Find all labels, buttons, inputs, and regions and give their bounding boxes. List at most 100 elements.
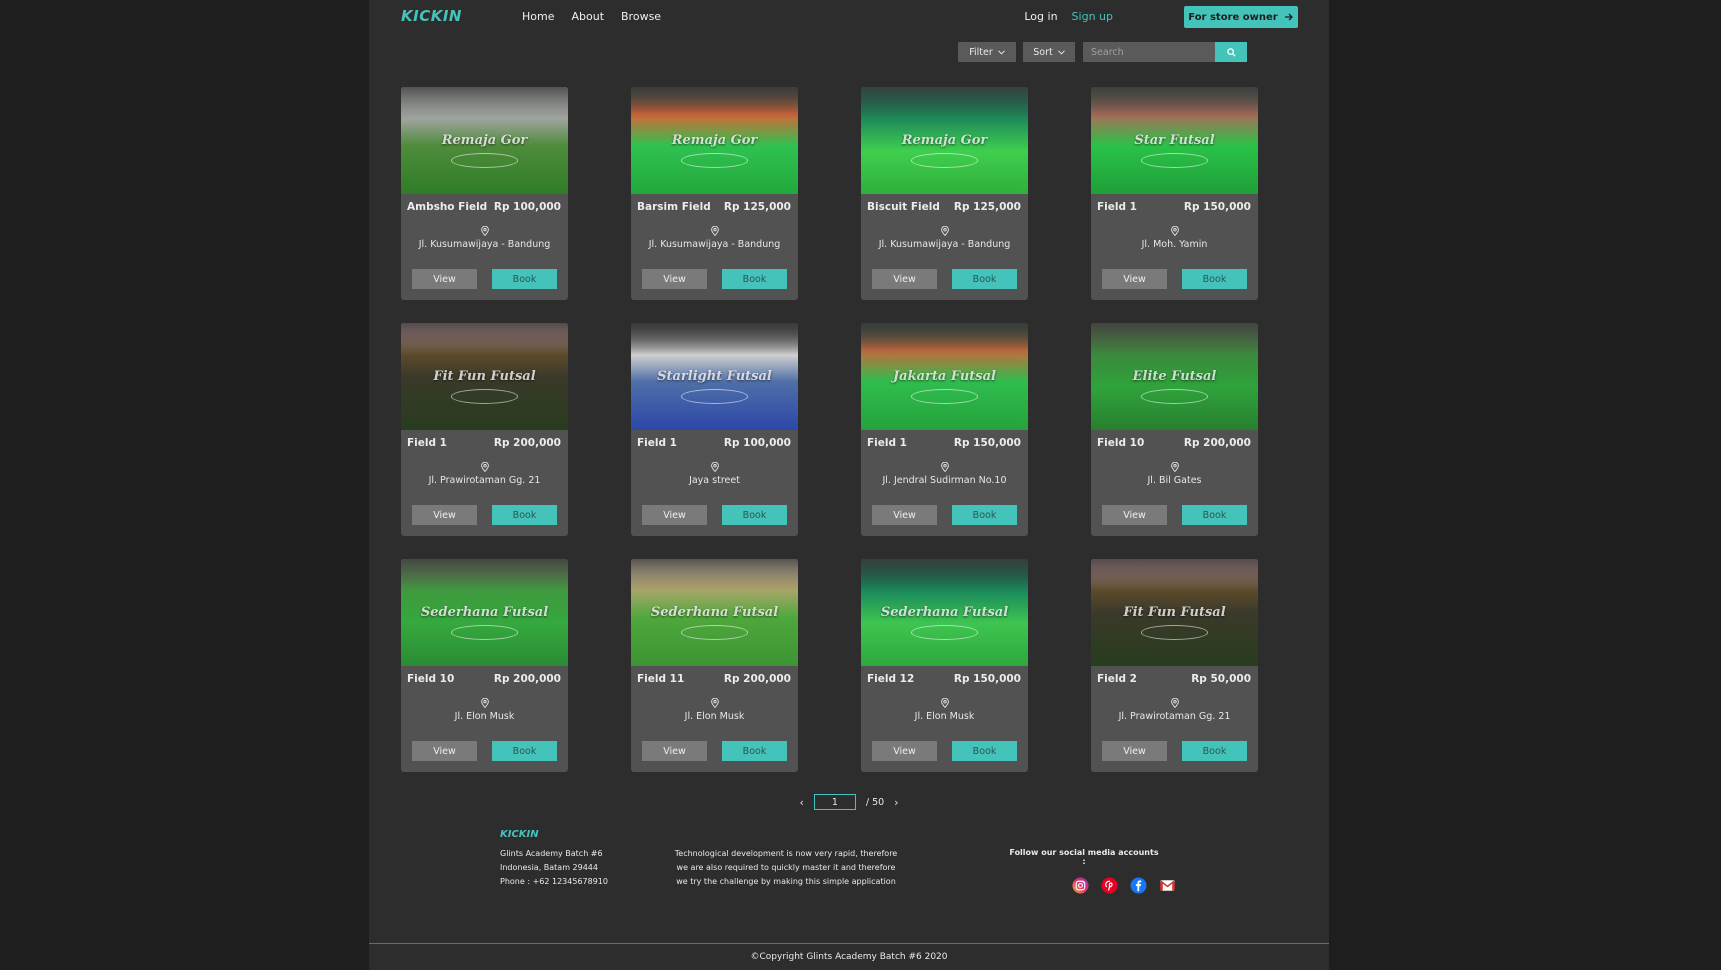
field-image[interactable]: Sederhana Futsal <box>631 559 798 666</box>
view-button[interactable]: View <box>872 741 937 761</box>
field-price: Rp 200,000 <box>493 437 561 449</box>
field-name: Field 1 <box>1097 201 1137 213</box>
footer-phone: Phone : +62 12345678910 <box>500 877 608 886</box>
field-address: Jl. Elon Musk <box>454 711 515 722</box>
chevron-left-icon[interactable]: ‹ <box>799 796 803 809</box>
field-image[interactable]: Star Futsal <box>1091 87 1258 194</box>
field-card: Fit Fun Futsal Field 2 Rp 50,000 Jl. Praw… <box>1091 559 1258 772</box>
social-links <box>1072 877 1176 894</box>
search-icon <box>1226 47 1236 57</box>
field-image[interactable]: Remaja Gor <box>861 87 1028 194</box>
book-button[interactable]: Book <box>952 505 1017 525</box>
location-pin-icon <box>1170 698 1179 708</box>
location-pin-icon <box>710 462 719 472</box>
location-pin-icon <box>1170 462 1179 472</box>
book-button[interactable]: Book <box>1182 269 1247 289</box>
location-pin-icon <box>480 226 489 236</box>
venue-title: Remaja Gor <box>901 133 988 148</box>
pinterest-icon[interactable] <box>1101 877 1118 894</box>
field-price: Rp 200,000 <box>723 673 791 685</box>
field-address: Jl. Kusumawijaya - Bandung <box>878 239 1011 250</box>
venue-title: Jakarta Futsal <box>893 369 996 384</box>
nav-about-link[interactable]: About <box>571 10 604 23</box>
field-card: Sederhana Futsal Field 12 Rp 150,000 Jl. … <box>861 559 1028 772</box>
facebook-icon[interactable] <box>1130 877 1147 894</box>
view-button[interactable]: View <box>642 505 707 525</box>
field-image[interactable]: Jakarta Futsal <box>861 323 1028 430</box>
footer-logo: KICKIN <box>500 829 539 840</box>
book-button[interactable]: Book <box>492 269 557 289</box>
instagram-icon[interactable] <box>1072 877 1089 894</box>
nav-home-link[interactable]: Home <box>522 10 554 23</box>
book-button[interactable]: Book <box>722 741 787 761</box>
book-button[interactable]: Book <box>722 269 787 289</box>
field-card: Sederhana Futsal Field 10 Rp 200,000 Jl. … <box>401 559 568 772</box>
venue-title: Sederhana Futsal <box>650 605 779 620</box>
book-button[interactable]: Book <box>492 741 557 761</box>
follow-label: Follow our social media accounts : <box>1009 848 1159 866</box>
view-button[interactable]: View <box>412 505 477 525</box>
field-price: Rp 100,000 <box>493 201 561 213</box>
venue-title: Remaja Gor <box>441 133 528 148</box>
view-button[interactable]: View <box>1102 505 1167 525</box>
field-image[interactable]: Sederhana Futsal <box>401 559 568 666</box>
view-button[interactable]: View <box>872 505 937 525</box>
field-address: Jl. Moh. Yamin <box>1141 239 1208 250</box>
location-pin-icon <box>480 698 489 708</box>
location-pin-icon <box>710 698 719 708</box>
view-button[interactable]: View <box>1102 269 1167 289</box>
view-button[interactable]: View <box>642 269 707 289</box>
chevron-right-icon[interactable]: › <box>894 796 898 809</box>
book-button[interactable]: Book <box>1182 741 1247 761</box>
field-card: Elite Futsal Field 10 Rp 200,000 Jl. Bil … <box>1091 323 1258 536</box>
field-image[interactable]: Fit Fun Futsal <box>1091 559 1258 666</box>
store-owner-label: For store owner <box>1188 11 1278 23</box>
view-button[interactable]: View <box>642 741 707 761</box>
view-button[interactable]: View <box>412 741 477 761</box>
venue-title: Star Futsal <box>1134 133 1215 148</box>
field-image[interactable]: Remaja Gor <box>631 87 798 194</box>
field-price: Rp 150,000 <box>1183 201 1251 213</box>
field-address: Jl. Kusumawijaya - Bandung <box>418 239 551 250</box>
location-pin-icon <box>940 226 949 236</box>
search-input[interactable] <box>1083 42 1215 62</box>
footer-address-line: Glints Academy Batch #6 <box>500 849 603 858</box>
field-name: Biscuit Field <box>867 201 940 213</box>
field-image[interactable]: Fit Fun Futsal <box>401 323 568 430</box>
book-button[interactable]: Book <box>952 269 1017 289</box>
view-button[interactable]: View <box>412 269 477 289</box>
location-pin-icon <box>940 462 949 472</box>
mail-icon[interactable] <box>1159 877 1176 894</box>
login-link[interactable]: Log in <box>1024 10 1057 23</box>
filter-dropdown[interactable]: Filter <box>958 42 1016 62</box>
filter-label: Filter <box>969 46 993 58</box>
book-button[interactable]: Book <box>952 741 1017 761</box>
view-button[interactable]: View <box>872 269 937 289</box>
field-price: Rp 200,000 <box>493 673 561 685</box>
nav-browse-link[interactable]: Browse <box>621 10 661 23</box>
sort-dropdown[interactable]: Sort <box>1023 42 1075 62</box>
location-pin-icon <box>940 698 949 708</box>
book-button[interactable]: Book <box>1182 505 1247 525</box>
page-number-input[interactable] <box>813 794 856 810</box>
book-button[interactable]: Book <box>492 505 557 525</box>
field-card: Starlight Futsal Field 1 Rp 100,000 Jaya … <box>631 323 798 536</box>
signup-link[interactable]: Sign up <box>1072 10 1113 23</box>
field-card: Jakarta Futsal Field 1 Rp 150,000 Jl. Jen… <box>861 323 1028 536</box>
footer-description-line: we are also required to quickly master i… <box>676 863 896 872</box>
book-button[interactable]: Book <box>722 505 787 525</box>
field-card: Sederhana Futsal Field 11 Rp 200,000 Jl. … <box>631 559 798 772</box>
field-image[interactable]: Sederhana Futsal <box>861 559 1028 666</box>
search-button[interactable] <box>1215 42 1247 62</box>
view-button[interactable]: View <box>1102 741 1167 761</box>
field-name: Field 10 <box>1097 437 1145 449</box>
store-owner-button[interactable]: For store owner <box>1184 6 1298 28</box>
footer-divider <box>369 943 1329 944</box>
field-image[interactable]: Elite Futsal <box>1091 323 1258 430</box>
field-image[interactable]: Remaja Gor <box>401 87 568 194</box>
logo[interactable]: KICKIN <box>401 7 462 25</box>
field-image[interactable]: Starlight Futsal <box>631 323 798 430</box>
field-price: Rp 150,000 <box>953 437 1021 449</box>
copyright-text: ©Copyright Glints Academy Batch #6 2020 <box>750 952 948 962</box>
venue-title: Sederhana Futsal <box>880 605 1009 620</box>
